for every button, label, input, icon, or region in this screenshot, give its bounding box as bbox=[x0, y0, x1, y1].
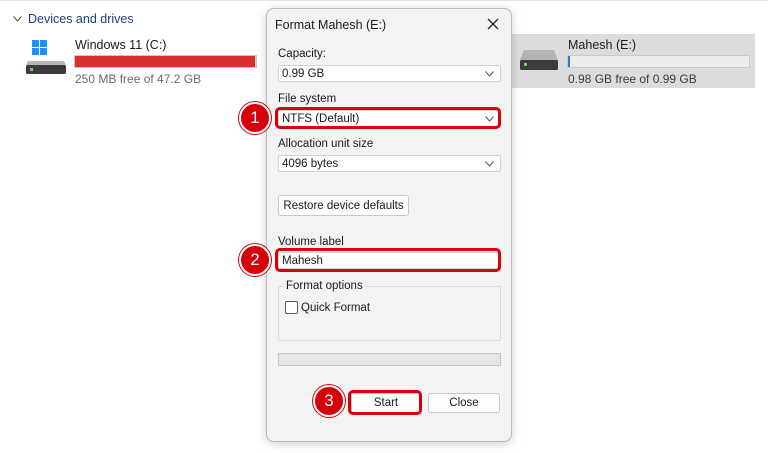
file-system-highlight bbox=[275, 107, 501, 129]
restore-defaults-button[interactable]: Restore device defaults bbox=[278, 195, 409, 216]
capacity-label: Capacity: bbox=[278, 48, 326, 60]
format-dialog: Format Mahesh (E:) Capacity: 0.99 GB Fil… bbox=[266, 8, 512, 442]
drive-usage-bar bbox=[74, 55, 257, 68]
drive-name: Mahesh (E:) bbox=[568, 38, 637, 52]
capacity-select[interactable]: 0.99 GB bbox=[278, 65, 501, 82]
start-button-highlight bbox=[348, 390, 422, 415]
drive-usage-fill bbox=[75, 56, 256, 67]
allocation-value: 4096 bytes bbox=[282, 157, 339, 170]
drive-usage-bar bbox=[567, 55, 750, 68]
windows-drive-icon bbox=[24, 39, 68, 75]
volume-label-highlight bbox=[275, 248, 501, 272]
chevron-down-icon bbox=[485, 160, 494, 167]
format-progress-bar bbox=[278, 353, 501, 366]
allocation-select[interactable]: 4096 bytes bbox=[278, 155, 501, 172]
devices-drives-header[interactable]: Devices and drives bbox=[12, 12, 134, 26]
capacity-value: 0.99 GB bbox=[282, 67, 325, 80]
file-system-label: File system bbox=[278, 93, 337, 105]
close-icon[interactable] bbox=[485, 16, 501, 32]
drive-free-space: 0.98 GB free of 0.99 GB bbox=[568, 72, 697, 86]
step-badge-3: 3 bbox=[313, 385, 345, 417]
close-button[interactable]: Close bbox=[428, 393, 500, 413]
allocation-label: Allocation unit size bbox=[278, 138, 374, 150]
quick-format-checkbox[interactable] bbox=[285, 301, 298, 314]
step-badge-2: 2 bbox=[239, 244, 271, 276]
usb-drive-icon bbox=[518, 48, 562, 74]
chevron-down-icon[interactable] bbox=[12, 14, 22, 24]
volume-label-label: Volume label bbox=[278, 236, 344, 248]
step-badge-1: 1 bbox=[239, 102, 271, 134]
drive-free-space: 250 MB free of 47.2 GB bbox=[75, 72, 202, 86]
drive-name: Windows 11 (C:) bbox=[75, 38, 167, 52]
dialog-title: Format Mahesh (E:) bbox=[275, 18, 387, 32]
drive-tile-e[interactable]: Mahesh (E:) 0.98 GB free of 0.99 GB bbox=[512, 34, 755, 88]
format-options-title: Format options bbox=[284, 280, 365, 292]
quick-format-option[interactable]: Quick Format bbox=[285, 301, 370, 314]
section-title: Devices and drives bbox=[28, 12, 134, 26]
drive-tile-c[interactable]: Windows 11 (C:) 250 MB free of 47.2 GB bbox=[18, 34, 260, 90]
window-top-border bbox=[0, 0, 768, 3]
drive-usage-fill bbox=[568, 56, 570, 67]
chevron-down-icon bbox=[485, 70, 494, 77]
quick-format-label: Quick Format bbox=[301, 301, 371, 314]
